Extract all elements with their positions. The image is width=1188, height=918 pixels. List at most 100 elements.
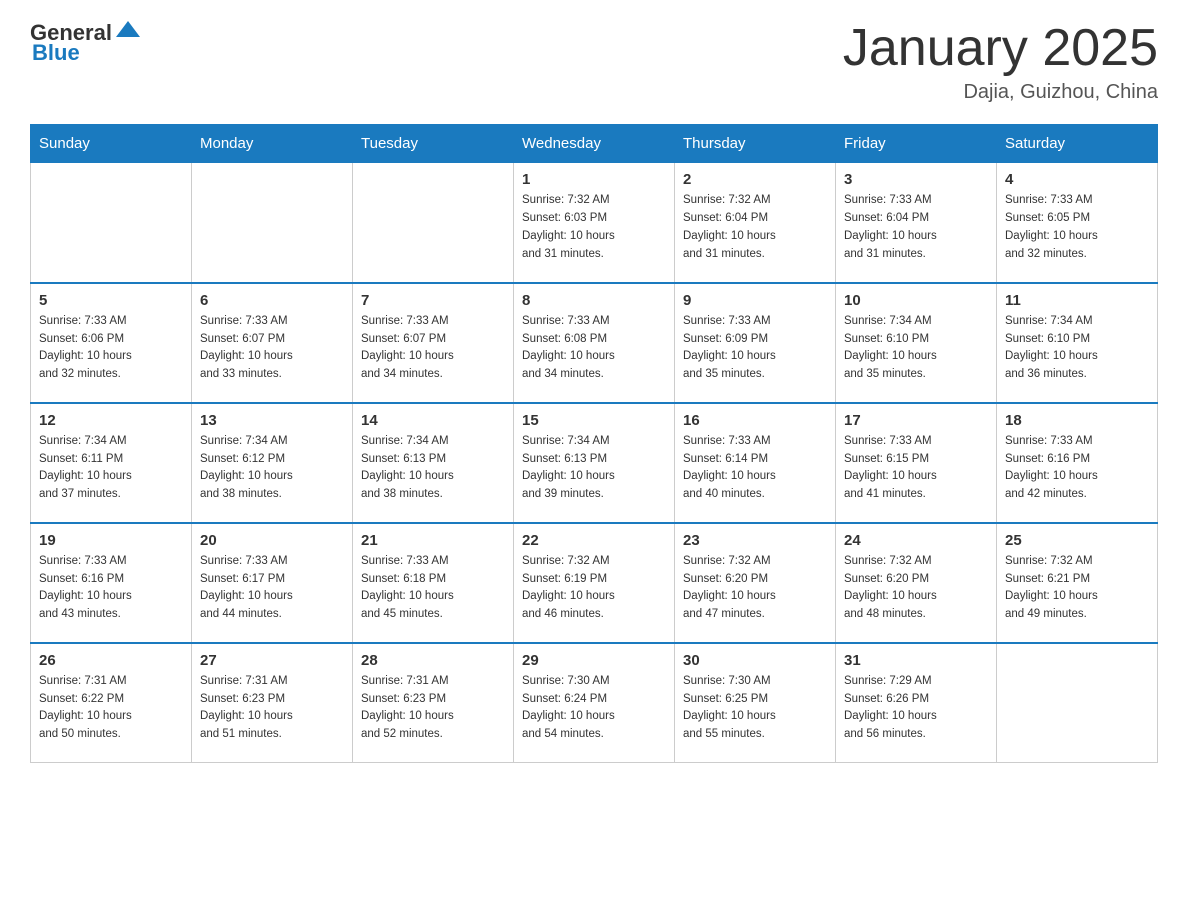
day-number: 15 <box>522 412 666 429</box>
calendar-cell: 9 Sunrise: 7:33 AM Sunset: 6:09 PM Daylig… <box>675 283 836 403</box>
calendar-cell <box>997 643 1158 763</box>
day-number: 9 <box>683 292 827 309</box>
calendar-cell: 1 Sunrise: 7:32 AM Sunset: 6:03 PM Daylig… <box>514 163 675 283</box>
day-number: 1 <box>522 171 666 188</box>
day-info: Sunrise: 7:33 AM Sunset: 6:07 PM Dayligh… <box>200 313 344 384</box>
column-header-sunday: Sunday <box>31 125 192 163</box>
day-info: Sunrise: 7:34 AM Sunset: 6:13 PM Dayligh… <box>522 433 666 504</box>
calendar-cell: 30 Sunrise: 7:30 AM Sunset: 6:25 PM Dayli… <box>675 643 836 763</box>
day-number: 13 <box>200 412 344 429</box>
day-info: Sunrise: 7:33 AM Sunset: 6:18 PM Dayligh… <box>361 553 505 624</box>
day-number: 12 <box>39 412 183 429</box>
day-info: Sunrise: 7:34 AM Sunset: 6:10 PM Dayligh… <box>1005 313 1149 384</box>
day-info: Sunrise: 7:34 AM Sunset: 6:10 PM Dayligh… <box>844 313 988 384</box>
calendar-cell: 19 Sunrise: 7:33 AM Sunset: 6:16 PM Dayli… <box>31 523 192 643</box>
calendar-cell: 10 Sunrise: 7:34 AM Sunset: 6:10 PM Dayli… <box>836 283 997 403</box>
calendar-cell: 22 Sunrise: 7:32 AM Sunset: 6:19 PM Dayli… <box>514 523 675 643</box>
day-info: Sunrise: 7:31 AM Sunset: 6:23 PM Dayligh… <box>361 673 505 744</box>
day-info: Sunrise: 7:30 AM Sunset: 6:24 PM Dayligh… <box>522 673 666 744</box>
location-subtitle: Dajia, Guizhou, China <box>843 81 1158 104</box>
calendar-cell: 17 Sunrise: 7:33 AM Sunset: 6:15 PM Dayli… <box>836 403 997 523</box>
calendar-cell: 15 Sunrise: 7:34 AM Sunset: 6:13 PM Dayli… <box>514 403 675 523</box>
day-number: 17 <box>844 412 988 429</box>
calendar-week-1: 1 Sunrise: 7:32 AM Sunset: 6:03 PM Daylig… <box>31 163 1158 283</box>
day-number: 26 <box>39 652 183 669</box>
calendar-cell: 16 Sunrise: 7:33 AM Sunset: 6:14 PM Dayli… <box>675 403 836 523</box>
day-number: 23 <box>683 532 827 549</box>
day-info: Sunrise: 7:33 AM Sunset: 6:05 PM Dayligh… <box>1005 192 1149 263</box>
calendar-table: SundayMondayTuesdayWednesdayThursdayFrid… <box>30 124 1158 763</box>
day-info: Sunrise: 7:33 AM Sunset: 6:17 PM Dayligh… <box>200 553 344 624</box>
calendar-cell: 6 Sunrise: 7:33 AM Sunset: 6:07 PM Daylig… <box>192 283 353 403</box>
page-header: General Blue January 2025 Dajia, Guizhou… <box>30 20 1158 104</box>
column-header-thursday: Thursday <box>675 125 836 163</box>
day-number: 30 <box>683 652 827 669</box>
logo: General Blue <box>30 20 142 66</box>
day-number: 5 <box>39 292 183 309</box>
day-info: Sunrise: 7:33 AM Sunset: 6:06 PM Dayligh… <box>39 313 183 384</box>
day-number: 4 <box>1005 171 1149 188</box>
day-number: 6 <box>200 292 344 309</box>
calendar-cell: 2Sunrise: 7:32 AM Sunset: 6:04 PM Daylig… <box>675 163 836 283</box>
calendar-cell: 4 Sunrise: 7:33 AM Sunset: 6:05 PM Daylig… <box>997 163 1158 283</box>
calendar-cell: 14 Sunrise: 7:34 AM Sunset: 6:13 PM Dayli… <box>353 403 514 523</box>
calendar-header-row: SundayMondayTuesdayWednesdayThursdayFrid… <box>31 125 1158 163</box>
day-info: Sunrise: 7:32 AM Sunset: 6:21 PM Dayligh… <box>1005 553 1149 624</box>
day-info: Sunrise: 7:29 AM Sunset: 6:26 PM Dayligh… <box>844 673 988 744</box>
day-info: Sunrise: 7:31 AM Sunset: 6:23 PM Dayligh… <box>200 673 344 744</box>
day-number: 19 <box>39 532 183 549</box>
day-number: 31 <box>844 652 988 669</box>
day-info: Sunrise: 7:31 AM Sunset: 6:22 PM Dayligh… <box>39 673 183 744</box>
day-number: 27 <box>200 652 344 669</box>
calendar-week-2: 5 Sunrise: 7:33 AM Sunset: 6:06 PM Daylig… <box>31 283 1158 403</box>
day-info: Sunrise: 7:30 AM Sunset: 6:25 PM Dayligh… <box>683 673 827 744</box>
calendar-cell: 18 Sunrise: 7:33 AM Sunset: 6:16 PM Dayli… <box>997 403 1158 523</box>
day-info: Sunrise: 7:32 AM Sunset: 6:03 PM Dayligh… <box>522 192 666 263</box>
calendar-cell: 5 Sunrise: 7:33 AM Sunset: 6:06 PM Daylig… <box>31 283 192 403</box>
day-info: Sunrise: 7:33 AM Sunset: 6:16 PM Dayligh… <box>1005 433 1149 504</box>
day-info: Sunrise: 7:33 AM Sunset: 6:15 PM Dayligh… <box>844 433 988 504</box>
calendar-cell <box>31 163 192 283</box>
title-block: January 2025 Dajia, Guizhou, China <box>843 20 1158 104</box>
calendar-cell: 23 Sunrise: 7:32 AM Sunset: 6:20 PM Dayli… <box>675 523 836 643</box>
calendar-cell: 27 Sunrise: 7:31 AM Sunset: 6:23 PM Dayli… <box>192 643 353 763</box>
day-info: Sunrise: 7:32 AM Sunset: 6:04 PM Dayligh… <box>683 192 827 263</box>
day-info: Sunrise: 7:33 AM Sunset: 6:07 PM Dayligh… <box>361 313 505 384</box>
day-info: Sunrise: 7:32 AM Sunset: 6:20 PM Dayligh… <box>683 553 827 624</box>
calendar-cell: 29 Sunrise: 7:30 AM Sunset: 6:24 PM Dayli… <box>514 643 675 763</box>
column-header-wednesday: Wednesday <box>514 125 675 163</box>
day-info: Sunrise: 7:33 AM Sunset: 6:09 PM Dayligh… <box>683 313 827 384</box>
day-info: Sunrise: 7:32 AM Sunset: 6:19 PM Dayligh… <box>522 553 666 624</box>
day-number: 24 <box>844 532 988 549</box>
day-info: Sunrise: 7:33 AM Sunset: 6:16 PM Dayligh… <box>39 553 183 624</box>
calendar-cell: 24 Sunrise: 7:32 AM Sunset: 6:20 PM Dayli… <box>836 523 997 643</box>
day-number: 18 <box>1005 412 1149 429</box>
calendar-cell: 3Sunrise: 7:33 AM Sunset: 6:04 PM Daylig… <box>836 163 997 283</box>
day-number: 10 <box>844 292 988 309</box>
calendar-cell <box>192 163 353 283</box>
calendar-cell: 12Sunrise: 7:34 AM Sunset: 6:11 PM Dayli… <box>31 403 192 523</box>
column-header-saturday: Saturday <box>997 125 1158 163</box>
calendar-week-5: 26 Sunrise: 7:31 AM Sunset: 6:22 PM Dayli… <box>31 643 1158 763</box>
month-title: January 2025 <box>843 20 1158 77</box>
day-number: 14 <box>361 412 505 429</box>
day-number: 21 <box>361 532 505 549</box>
day-number: 16 <box>683 412 827 429</box>
logo-text-blue: Blue <box>32 40 80 66</box>
day-number: 3 <box>844 171 988 188</box>
column-header-friday: Friday <box>836 125 997 163</box>
column-header-monday: Monday <box>192 125 353 163</box>
calendar-cell: 20Sunrise: 7:33 AM Sunset: 6:17 PM Dayli… <box>192 523 353 643</box>
calendar-cell: 28Sunrise: 7:31 AM Sunset: 6:23 PM Dayli… <box>353 643 514 763</box>
calendar-cell: 26 Sunrise: 7:31 AM Sunset: 6:22 PM Dayli… <box>31 643 192 763</box>
calendar-cell: 11Sunrise: 7:34 AM Sunset: 6:10 PM Dayli… <box>997 283 1158 403</box>
calendar-week-3: 12Sunrise: 7:34 AM Sunset: 6:11 PM Dayli… <box>31 403 1158 523</box>
day-info: Sunrise: 7:33 AM Sunset: 6:14 PM Dayligh… <box>683 433 827 504</box>
day-info: Sunrise: 7:34 AM Sunset: 6:13 PM Dayligh… <box>361 433 505 504</box>
calendar-cell: 21 Sunrise: 7:33 AM Sunset: 6:18 PM Dayli… <box>353 523 514 643</box>
day-info: Sunrise: 7:32 AM Sunset: 6:20 PM Dayligh… <box>844 553 988 624</box>
day-number: 22 <box>522 532 666 549</box>
day-number: 29 <box>522 652 666 669</box>
day-number: 7 <box>361 292 505 309</box>
calendar-cell <box>353 163 514 283</box>
